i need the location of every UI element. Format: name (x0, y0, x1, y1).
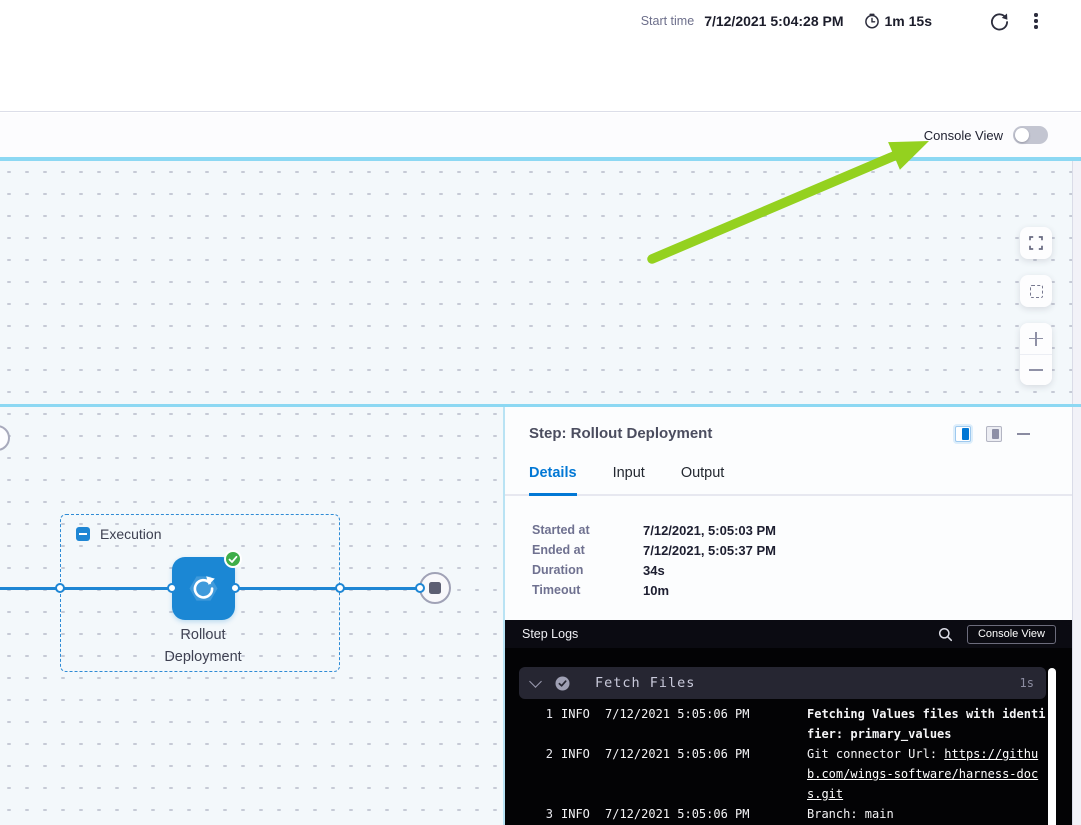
edge-port (230, 583, 240, 593)
panel-divider-top[interactable] (0, 157, 1081, 161)
node-label: Rollout Deployment (123, 624, 283, 668)
step-details-list: Started at 7/12/2021, 5:05:03 PM Ended a… (532, 520, 776, 600)
kebab-menu-button[interactable] (1029, 12, 1043, 30)
log-level: INFO (561, 744, 593, 764)
tab-output[interactable]: Output (681, 465, 725, 494)
log-timestamp: 7/12/2021 5:05:06 PM (605, 704, 753, 724)
detail-value: 34s (643, 563, 665, 578)
log-level: INFO (561, 704, 593, 724)
tab-details[interactable]: Details (529, 465, 577, 496)
elapsed-text: 1m 15s (885, 13, 932, 29)
edge-port (55, 583, 65, 593)
stop-icon (429, 582, 441, 594)
zoom-controls (1020, 323, 1052, 385)
layout-bottom-icon[interactable] (986, 426, 1002, 442)
detail-value: 7/12/2021, 5:05:03 PM (643, 523, 776, 538)
step-logs-header: Step Logs Console View (505, 620, 1072, 648)
fit-selection-button[interactable] (1020, 275, 1052, 307)
log-group-duration: 1s (1020, 676, 1034, 690)
panel-header: Step: Rollout Deployment (505, 407, 1072, 453)
kebab-dot (1034, 13, 1037, 16)
log-line: 3 INFO 7/12/2021 5:05:06 PM Branch: main (505, 804, 1072, 824)
execution-group-header: Execution (76, 526, 161, 542)
zoom-in-button[interactable] (1020, 323, 1052, 354)
log-level: INFO (561, 804, 593, 824)
detail-label: Duration (532, 563, 643, 577)
canvas-toolbar: Console View (0, 113, 1081, 157)
log-line-number: 2 (541, 744, 553, 764)
detail-value: 10m (643, 583, 669, 598)
log-line: 2 INFO 7/12/2021 5:05:06 PM Git connecto… (505, 744, 1072, 804)
kebab-dot (1034, 19, 1037, 22)
log-line: 1 INFO 7/12/2021 5:05:06 PM Fetching Val… (505, 704, 1072, 744)
log-group-fetch-files[interactable]: Fetch Files 1s (519, 667, 1046, 699)
pipeline-execution-page: Start time 7/12/2021 5:04:28 PM 1m 15s (0, 0, 1081, 825)
log-timestamp: 7/12/2021 5:05:06 PM (605, 804, 753, 824)
detail-row: Duration 34s (532, 560, 776, 580)
log-timestamp: 7/12/2021 5:05:06 PM (605, 744, 753, 764)
success-badge-icon (224, 550, 242, 568)
collapse-group-icon[interactable] (76, 527, 90, 541)
rollout-deployment-node[interactable] (172, 557, 235, 620)
start-time-value: 7/12/2021 5:04:28 PM (704, 13, 843, 29)
log-line-number: 1 (541, 704, 553, 724)
log-group-name: Fetch Files (595, 675, 695, 691)
console-view-toggle[interactable] (1013, 126, 1048, 144)
detail-row: Started at 7/12/2021, 5:05:03 PM (532, 520, 776, 540)
top-header: Start time 7/12/2021 5:04:28 PM 1m 15s (0, 0, 1081, 112)
expand-icon (1029, 236, 1043, 250)
offscreen-node-fragment (0, 425, 10, 451)
clock-icon (864, 13, 880, 29)
detail-row: Timeout 10m (532, 580, 776, 600)
start-time-label: Start time (641, 14, 695, 28)
detail-label: Started at (532, 523, 643, 537)
detail-label: Ended at (532, 543, 643, 557)
minimize-panel-button[interactable] (1017, 433, 1030, 436)
step-logs-body[interactable]: Fetch Files 1s 1 INFO 7/12/2021 5:05:06 … (505, 648, 1072, 825)
console-view-toggle-group: Console View (924, 113, 1048, 157)
zoom-in-icon (1029, 332, 1043, 346)
panel-title: Step: Rollout Deployment (529, 425, 712, 442)
detail-row: Ended at 7/12/2021, 5:05:37 PM (532, 540, 776, 560)
search-icon[interactable] (938, 627, 953, 642)
group-success-icon (555, 676, 570, 691)
chevron-down-icon (529, 675, 542, 688)
fit-selection-icon (1030, 285, 1043, 298)
zoom-out-icon (1029, 369, 1043, 371)
log-line-number: 3 (541, 804, 553, 824)
log-lines: 1 INFO 7/12/2021 5:05:06 PM Fetching Val… (505, 704, 1072, 824)
step-logs-section: Step Logs Console View (505, 620, 1072, 825)
edge-port (167, 583, 177, 593)
refresh-button[interactable] (990, 12, 1009, 31)
execution-group-label: Execution (100, 526, 161, 542)
expand-canvas-button[interactable] (1020, 227, 1052, 259)
tab-input[interactable]: Input (613, 465, 645, 494)
rollout-icon (172, 557, 235, 620)
execution-meta: Start time 7/12/2021 5:04:28 PM 1m 15s (641, 0, 1043, 42)
canvas-scrollbar-gutter[interactable] (1072, 161, 1081, 825)
panel-tabs: Details Input Output (505, 465, 1072, 496)
toggle-knob (1015, 128, 1029, 142)
step-logs-title: Step Logs (522, 627, 578, 641)
edge-port (335, 583, 345, 593)
logs-scrollbar-thumb[interactable] (1048, 668, 1056, 825)
refresh-icon (990, 12, 1009, 31)
detail-label: Timeout (532, 583, 643, 597)
logs-console-view-button[interactable]: Console View (967, 625, 1056, 644)
edge-port (415, 583, 425, 593)
log-message: Fetching Values files with identifier: p… (807, 704, 1049, 744)
detail-value: 7/12/2021, 5:05:37 PM (643, 543, 776, 558)
elapsed-duration: 1m 15s (864, 13, 932, 29)
console-view-label: Console View (924, 128, 1003, 143)
kebab-dot (1034, 25, 1037, 28)
log-message: Git connector Url: https://github.com/wi… (807, 744, 1049, 804)
canvas-controls (1020, 227, 1052, 385)
step-details-panel: Step: Rollout Deployment Details Input O… (503, 407, 1072, 825)
log-message: Branch: main (807, 804, 1049, 824)
zoom-out-button[interactable] (1020, 354, 1052, 385)
layout-right-icon[interactable] (955, 426, 971, 442)
